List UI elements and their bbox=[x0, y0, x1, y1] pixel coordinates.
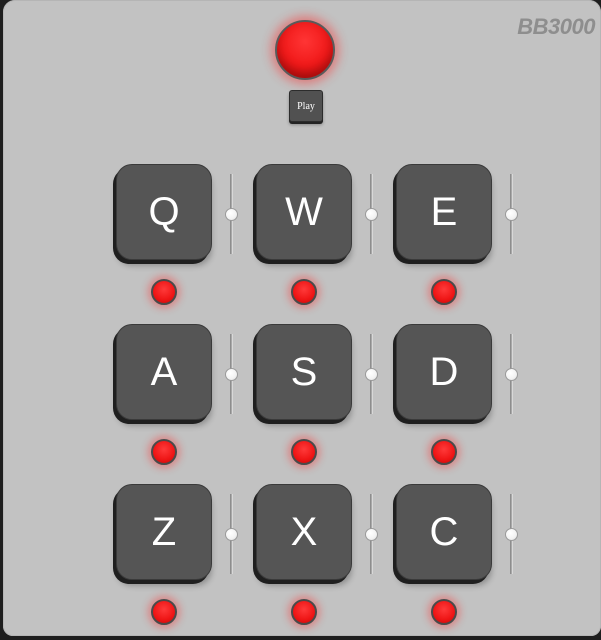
pad-x[interactable]: X bbox=[256, 484, 352, 580]
volume-slider-s[interactable] bbox=[365, 334, 379, 414]
drum-machine-body: BB3000 Play QWE ASD ZXC bbox=[3, 0, 601, 636]
volume-slider-z[interactable] bbox=[225, 494, 239, 574]
led-indicator-s bbox=[291, 439, 317, 465]
pad-z[interactable]: Z bbox=[116, 484, 212, 580]
slider-thumb[interactable] bbox=[505, 208, 518, 221]
volume-slider-e[interactable] bbox=[505, 174, 519, 254]
led-indicator-e bbox=[431, 279, 457, 305]
slider-thumb[interactable] bbox=[365, 208, 378, 221]
volume-slider-x[interactable] bbox=[365, 494, 379, 574]
led-indicator-q bbox=[151, 279, 177, 305]
slider-thumb[interactable] bbox=[225, 528, 238, 541]
slider-thumb[interactable] bbox=[365, 368, 378, 381]
volume-slider-a[interactable] bbox=[225, 334, 239, 414]
main-indicator-light bbox=[275, 20, 335, 80]
volume-slider-q[interactable] bbox=[225, 174, 239, 254]
slider-thumb[interactable] bbox=[225, 208, 238, 221]
led-indicator-d bbox=[431, 439, 457, 465]
pad-q[interactable]: Q bbox=[116, 164, 212, 260]
slider-thumb[interactable] bbox=[365, 528, 378, 541]
pad-d[interactable]: D bbox=[396, 324, 492, 420]
pad-c[interactable]: C bbox=[396, 484, 492, 580]
led-indicator-x bbox=[291, 599, 317, 625]
pad-a[interactable]: A bbox=[116, 324, 212, 420]
led-indicator-a bbox=[151, 439, 177, 465]
led-indicator-w bbox=[291, 279, 317, 305]
volume-slider-d[interactable] bbox=[505, 334, 519, 414]
volume-slider-c[interactable] bbox=[505, 494, 519, 574]
pad-e[interactable]: E bbox=[396, 164, 492, 260]
slider-thumb[interactable] bbox=[225, 368, 238, 381]
slider-thumb[interactable] bbox=[505, 528, 518, 541]
led-indicator-z bbox=[151, 599, 177, 625]
pad-w[interactable]: W bbox=[256, 164, 352, 260]
slider-thumb[interactable] bbox=[505, 368, 518, 381]
play-button[interactable]: Play bbox=[289, 90, 323, 122]
led-indicator-c bbox=[431, 599, 457, 625]
brand-logo: BB3000 bbox=[517, 14, 595, 39]
pad-s[interactable]: S bbox=[256, 324, 352, 420]
volume-slider-w[interactable] bbox=[365, 174, 379, 254]
